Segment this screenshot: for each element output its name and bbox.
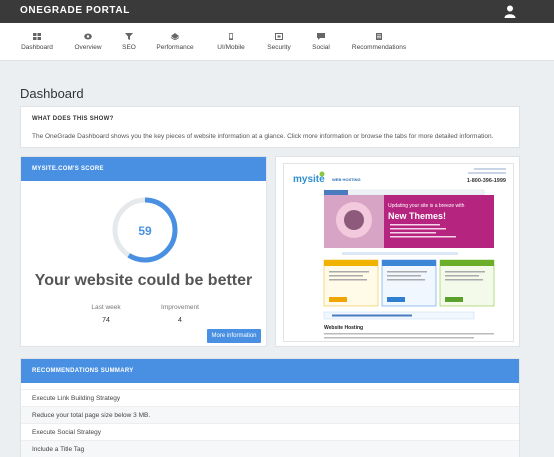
preview-banner-line1: Updating your site is a breeze with [388, 203, 465, 209]
recommendations-summary-card: RECOMMENDATIONS SUMMARY Execute Link Bui… [20, 358, 520, 457]
top-bar: ONEGRADE PORTAL [0, 0, 554, 23]
tab-label: Performance [156, 44, 194, 51]
overview-icon [84, 33, 92, 40]
brand-logo[interactable]: ONEGRADE PORTAL [20, 5, 130, 16]
tab-recommendations[interactable]: Recommendations [349, 33, 409, 51]
tab-label: Security [267, 44, 291, 51]
last-week-value: 74 [102, 317, 110, 324]
tab-overview[interactable]: Overview [73, 33, 103, 51]
score-card: MYSITE.COM'S SCORE 59 Your website could… [20, 156, 267, 347]
tab-ui-mobile[interactable]: UI/Mobile [214, 33, 248, 51]
website-preview-card: mysite WEB HOSTING 1-800-396-1999 Updati… [275, 156, 520, 347]
tab-performance[interactable]: Performance [155, 33, 195, 51]
last-week-label: Last week [91, 304, 121, 311]
page-title: Dashboard [20, 86, 84, 101]
more-information-button[interactable]: More information [207, 329, 261, 343]
tab-label: UI/Mobile [217, 44, 245, 51]
mobile-icon [227, 33, 235, 40]
recommendation-item[interactable]: Reduce your total page size below 3 MB. [21, 406, 519, 423]
score-card-heading: MYSITE.COM'S SCORE [21, 157, 266, 181]
improvement-value: 4 [178, 317, 182, 324]
performance-icon [171, 33, 179, 40]
preview-banner-line2: New Themes! [388, 211, 446, 221]
score-value: 59 [138, 224, 152, 238]
card-heading: WHAT DOES THIS SHOW? [32, 116, 114, 122]
tab-label: Social [312, 44, 330, 51]
tab-label: Dashboard [21, 44, 53, 51]
tab-seo[interactable]: SEO [121, 33, 137, 51]
preview-phone: 1-800-396-1999 [467, 178, 506, 184]
tab-dashboard[interactable]: Dashboard [20, 33, 54, 51]
main-nav: Dashboard Overview SEO Performance UI/Mo… [0, 23, 554, 61]
recommendation-item[interactable]: Execute Social Strategy [21, 423, 519, 440]
tab-label: Recommendations [351, 44, 407, 51]
seo-icon [125, 33, 133, 40]
card-description: The OneGrade Dashboard shows you the key… [32, 133, 494, 140]
recommendations-heading: RECOMMENDATIONS SUMMARY [21, 359, 519, 383]
social-icon [317, 33, 325, 40]
what-does-this-show-card: WHAT DOES THIS SHOW? The OneGrade Dashbo… [20, 106, 520, 148]
preview-section-title: Website Hosting [324, 325, 363, 331]
tab-label: SEO [122, 44, 136, 51]
dashboard-icon [33, 33, 41, 40]
tab-label: Overview [74, 44, 102, 51]
logo-leaf-icon [319, 171, 325, 177]
improvement-label: Improvement [161, 304, 199, 311]
preview-tagline: WEB HOSTING [332, 177, 361, 182]
security-icon [275, 33, 283, 40]
score-verdict: Your website could be better [34, 272, 253, 289]
website-screenshot[interactable]: mysite WEB HOSTING 1-800-396-1999 Updati… [283, 163, 514, 342]
recommendation-item[interactable]: Include a Title Tag [21, 440, 519, 457]
recommendations-icon [375, 33, 383, 40]
website-screenshot-image: mysite WEB HOSTING 1-800-396-1999 Updati… [284, 164, 513, 341]
tab-security[interactable]: Security [266, 33, 292, 51]
recommendation-item[interactable]: Execute Link Building Strategy [21, 389, 519, 406]
user-icon[interactable] [504, 5, 516, 18]
tab-social[interactable]: Social [311, 33, 331, 51]
